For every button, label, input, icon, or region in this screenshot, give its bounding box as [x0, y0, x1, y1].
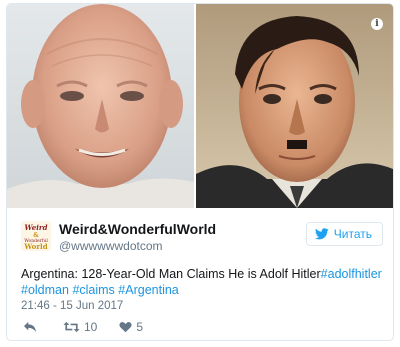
svg-text:World: World: [23, 242, 47, 251]
hashtag-link[interactable]: #claims: [72, 283, 114, 297]
follow-button-label: Читать: [333, 227, 372, 241]
author-display-name[interactable]: Weird&WonderfulWorld: [59, 221, 216, 237]
like-button[interactable]: 5: [119, 320, 143, 334]
info-icon[interactable]: i: [371, 18, 383, 30]
avatar-logo: Weird & Wonderful World: [21, 221, 51, 251]
hashtag-link[interactable]: #adolfhitler: [321, 267, 382, 281]
avatar[interactable]: Weird & Wonderful World: [21, 221, 51, 251]
author-handle[interactable]: @wwwwwwdotcom: [59, 239, 163, 253]
photo-collage: [7, 4, 393, 208]
historical-portrait-photo: [196, 4, 393, 208]
tweet-timestamp[interactable]: 21:46 - 15 Jun 2017: [21, 300, 123, 312]
media-divider: [194, 4, 196, 208]
hashtag-link[interactable]: #oldman: [21, 283, 69, 297]
retweet-icon: [63, 321, 80, 333]
tweet-card: i Weird & Wonderful World Weird&Wonderfu…: [6, 3, 394, 341]
elderly-man-photo: [7, 4, 194, 208]
svg-text:&: &: [33, 232, 39, 239]
twitter-bird-icon: [314, 228, 329, 240]
retweet-button[interactable]: 10: [63, 320, 97, 334]
tweet-media[interactable]: i: [7, 4, 393, 208]
follow-button[interactable]: Читать: [305, 222, 383, 246]
like-count: 5: [136, 320, 144, 334]
tweet-text: Argentina: 128-Year-Old Man Claims He is…: [21, 266, 383, 298]
hashtag-link[interactable]: #Argentina: [118, 283, 178, 297]
reply-icon: [24, 321, 36, 333]
tweet-actions: 10 5: [23, 320, 165, 334]
heart-icon: [119, 321, 132, 333]
retweet-count: 10: [84, 320, 98, 334]
svg-text:Weird: Weird: [25, 223, 48, 232]
tweet-body: Argentina: 128-Year-Old Man Claims He is…: [21, 267, 321, 281]
tweet-header: Weird & Wonderful World Weird&WonderfulW…: [21, 219, 383, 255]
reply-button[interactable]: [23, 321, 41, 333]
